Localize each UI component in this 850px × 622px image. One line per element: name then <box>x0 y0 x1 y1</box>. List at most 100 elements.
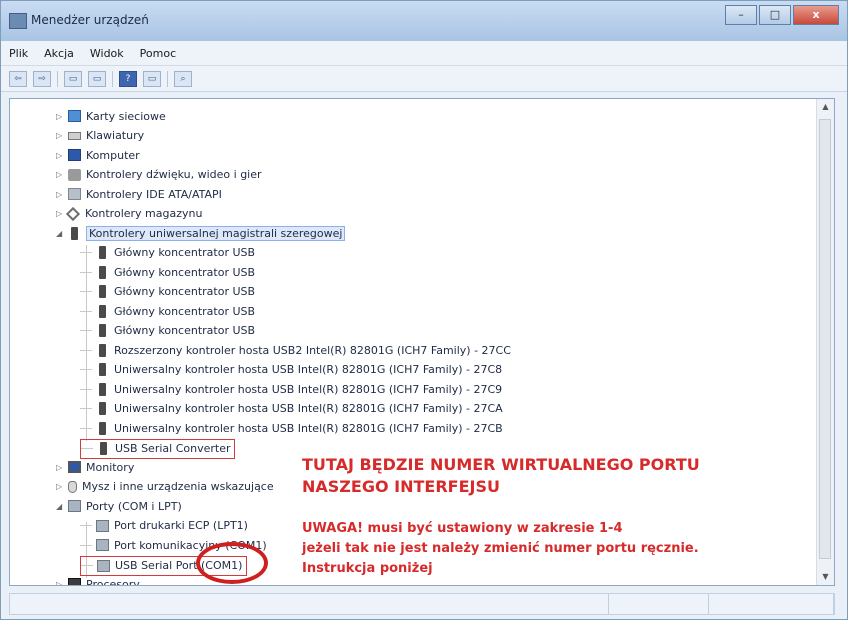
tree-item-label: Uniwersalny kontroler hosta USB Intel(R)… <box>114 363 503 376</box>
scan-hardware-icon[interactable]: ⌕ <box>174 70 192 87</box>
tree-item-label: Główny koncentrator USB <box>114 324 256 337</box>
tree-device[interactable]: Port drukarki ECP (LPT1) <box>80 517 248 535</box>
expand-arrow-icon[interactable]: ▷ <box>56 112 66 121</box>
usb-icon <box>99 285 106 298</box>
tree-item-label: Uniwersalny kontroler hosta USB Intel(R)… <box>114 382 503 396</box>
annotation-warning-1: UWAGA! musi być ustawiony w zakresie 1-4 <box>302 521 623 536</box>
vertical-scrollbar[interactable]: ▲ ▼ <box>816 99 834 585</box>
tree-item-label: Komputer <box>86 148 140 162</box>
console-icon[interactable]: ▭ <box>143 70 161 87</box>
tree-device[interactable]: Uniwersalny kontroler hosta USB Intel(R)… <box>80 419 503 437</box>
tree-connector <box>80 252 92 253</box>
tree-item-label: Główny koncentrator USB <box>114 246 256 259</box>
tree-device[interactable]: Rozszerzony kontroler hosta USB2 Intel(R… <box>80 341 511 359</box>
scroll-up-icon[interactable]: ▲ <box>817 99 834 115</box>
expand-arrow-icon[interactable]: ▷ <box>56 482 66 491</box>
collapse-arrow-icon[interactable]: ◢ <box>56 502 66 511</box>
tree-item-label: Uniwersalny kontroler hosta USB Intel(R)… <box>114 402 503 415</box>
tree-device[interactable]: Uniwersalny kontroler hosta USB Intel(R)… <box>80 380 502 398</box>
expand-arrow-icon[interactable]: ▷ <box>56 151 66 160</box>
minimize-button[interactable]: – <box>725 5 757 25</box>
tree-category[interactable]: ▷ Klawiatury <box>56 127 144 145</box>
tree-connector <box>80 525 92 526</box>
expand-arrow-icon[interactable]: ▷ <box>56 170 66 179</box>
device-manager-window: Menedżer urządzeń – □ x Plik Akcja Widok… <box>0 0 848 620</box>
port-icon <box>96 519 109 532</box>
usb-icon <box>99 363 106 376</box>
monitor-icon <box>68 461 81 473</box>
tree-connector <box>81 565 93 566</box>
tree-connector <box>80 349 92 351</box>
properties-icon[interactable]: ▭ <box>64 70 82 87</box>
processor-icon <box>68 578 81 585</box>
scroll-down-icon[interactable]: ▼ <box>817 569 834 585</box>
tree-device[interactable]: USB Serial Converter <box>80 438 236 459</box>
tree-connector <box>80 330 92 331</box>
usb-icon <box>100 442 107 455</box>
sound-icon <box>68 168 81 181</box>
tree-category[interactable]: ▷ Kontrolery dźwięku, wideo i gier <box>56 166 262 184</box>
tree-category[interactable]: ▷ Kontrolery magazynu <box>56 205 202 223</box>
expand-arrow-icon[interactable]: ▷ <box>56 190 66 199</box>
scroll-thumb[interactable] <box>819 119 831 559</box>
tree-category[interactable]: ▷ Procesory <box>56 575 140 586</box>
tree-item-label: Rozszerzony kontroler hosta USB2 Intel(R… <box>114 343 511 357</box>
tree-item-label: Procesory <box>86 577 140 586</box>
menu-bar: Plik Akcja Widok Pomoc <box>1 41 847 66</box>
tree-item-label: Klawiatury <box>86 129 145 142</box>
tree-item-label: Kontrolery magazynu <box>85 207 203 220</box>
menu-help[interactable]: Pomoc <box>132 47 184 60</box>
highlight-circle <box>196 542 268 584</box>
collapse-arrow-icon[interactable]: ◢ <box>56 229 66 238</box>
toolbar-separator <box>167 70 168 87</box>
refresh-icon[interactable]: ▭ <box>88 70 106 87</box>
status-bar <box>9 593 835 615</box>
forward-arrow-icon[interactable]: ⇨ <box>33 70 51 87</box>
expand-arrow-icon[interactable]: ▷ <box>56 580 66 586</box>
tree-device[interactable]: Główny koncentrator USB <box>80 283 255 301</box>
usb-icon <box>99 402 106 415</box>
expand-arrow-icon[interactable]: ▷ <box>56 131 66 140</box>
tree-item-label: Główny koncentrator USB <box>114 285 256 298</box>
tree-item-label: Port drukarki ECP (LPT1) <box>114 519 248 532</box>
window-controls: – □ x <box>725 5 839 25</box>
toolbar: ⇦ ⇨ ▭ ▭ ? ▭ ⌕ <box>1 66 847 92</box>
tree-category[interactable]: ◢ Kontrolery uniwersalnej magistrali szer… <box>56 224 346 242</box>
tree-category[interactable]: ▷ Mysz i inne urządzenia wskazujące <box>56 478 274 496</box>
tree-connector <box>80 408 92 409</box>
tree-item-label: Karty sieciowe <box>86 109 166 123</box>
tree-connector <box>80 271 92 273</box>
maximize-button[interactable]: □ <box>759 5 791 25</box>
menu-view[interactable]: Widok <box>82 47 132 60</box>
tree-category[interactable]: ◢ Porty (COM i LPT) <box>56 497 182 515</box>
tree-item-label: Monitory <box>86 460 135 474</box>
tree-item-label: Uniwersalny kontroler hosta USB Intel(R)… <box>114 421 503 435</box>
tree-device[interactable]: Główny koncentrator USB <box>80 263 255 281</box>
port-icon <box>96 539 109 551</box>
status-segment <box>709 594 834 614</box>
tree-device[interactable]: Główny koncentrator USB <box>80 302 255 320</box>
usb-icon <box>99 343 106 357</box>
close-button[interactable]: x <box>793 5 839 25</box>
tree-category[interactable]: ▷ Karty sieciowe <box>56 107 166 125</box>
storage-controller-icon <box>65 206 81 221</box>
tree-connector <box>80 544 92 546</box>
tree-device[interactable]: Uniwersalny kontroler hosta USB Intel(R)… <box>80 400 503 418</box>
device-tree[interactable]: ▷ Karty sieciowe ▷ Klawiatury ▷ Komputer ▷ Kont… <box>9 98 835 586</box>
title-bar[interactable]: Menedżer urządzeń – □ x <box>1 1 847 41</box>
tree-category[interactable]: ▷ Monitory <box>56 458 134 476</box>
tree-device[interactable]: Uniwersalny kontroler hosta USB Intel(R)… <box>80 361 502 379</box>
menu-file[interactable]: Plik <box>1 47 36 60</box>
usb-icon <box>99 324 106 337</box>
usb-icon <box>99 304 106 318</box>
back-arrow-icon[interactable]: ⇦ <box>9 70 27 87</box>
expand-arrow-icon[interactable]: ▷ <box>56 463 66 472</box>
toolbar-separator <box>112 70 113 87</box>
menu-action[interactable]: Akcja <box>36 47 82 60</box>
tree-device[interactable]: Główny koncentrator USB <box>80 322 255 340</box>
tree-category[interactable]: ▷ Komputer <box>56 146 140 164</box>
tree-category[interactable]: ▷ Kontrolery IDE ATA/ATAPI <box>56 185 222 203</box>
help-icon[interactable]: ? <box>119 70 137 87</box>
tree-item-label: Kontrolery IDE ATA/ATAPI <box>86 187 222 201</box>
tree-device[interactable]: Główny koncentrator USB <box>80 244 255 262</box>
